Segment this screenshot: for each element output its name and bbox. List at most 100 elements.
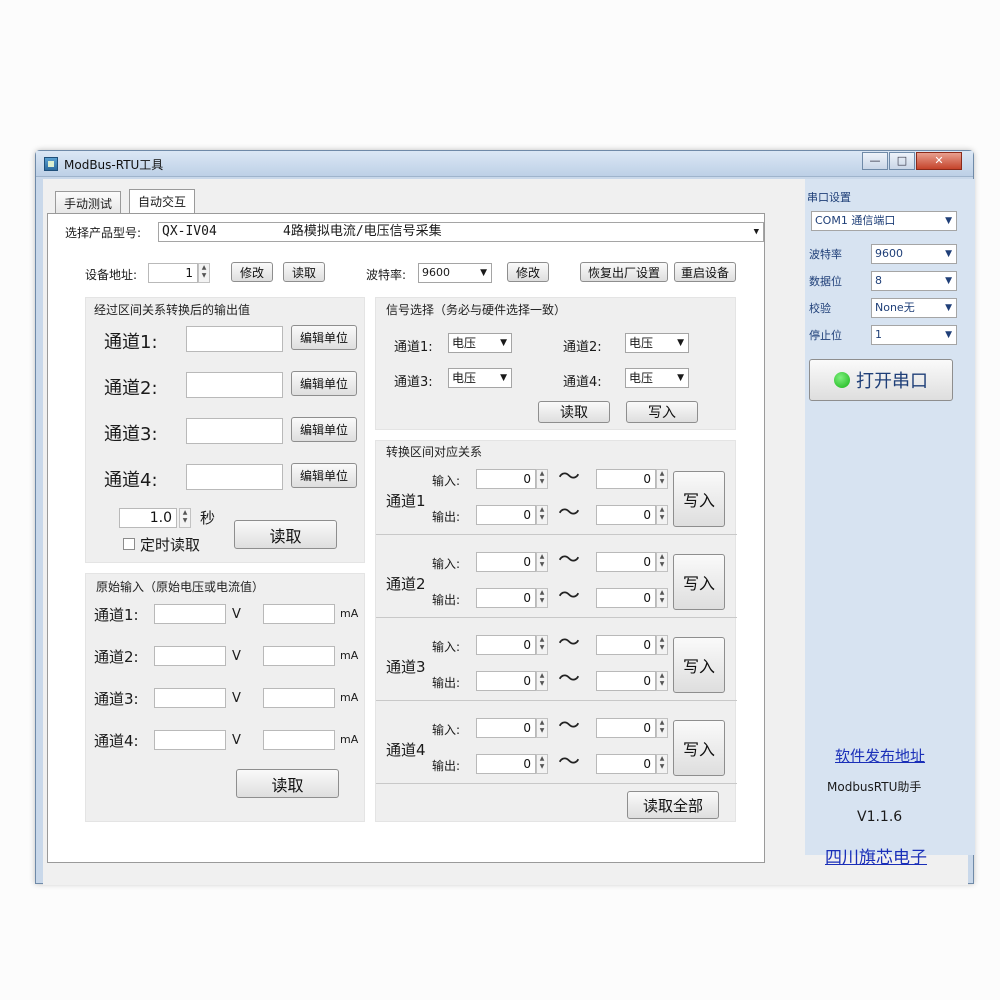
- factory-reset-button[interactable]: 恢复出厂设置: [580, 262, 668, 282]
- timer-read-checkbox[interactable]: [123, 538, 135, 550]
- spinner-icon[interactable]: ▲ ▼: [536, 469, 548, 489]
- serial-parity-select[interactable]: None无 ▼: [871, 298, 957, 318]
- spinner-icon[interactable]: ▲ ▼: [656, 754, 668, 774]
- tilde-icon: 〜: [558, 667, 581, 692]
- tilde-icon: 〜: [558, 750, 581, 775]
- spinner-icon[interactable]: ▲ ▼: [656, 671, 668, 691]
- serial-stopbits-value: 1: [875, 328, 882, 341]
- converted-ch2-input[interactable]: [186, 372, 283, 398]
- mapping-ch1-write-button[interactable]: 写入: [673, 471, 725, 527]
- signal-read-button[interactable]: 读取: [538, 401, 610, 423]
- company-link[interactable]: 四川旗芯电子: [825, 843, 927, 868]
- converted-output-group: 经过区间关系转换后的输出值 通道1: 编辑单位 通道2: 编辑单位 通道3: 编…: [85, 297, 365, 563]
- spinner-icon[interactable]: ▲ ▼: [536, 754, 548, 774]
- read-all-button[interactable]: 读取全部: [627, 791, 719, 819]
- spinner-icon[interactable]: ▲ ▼: [656, 588, 668, 608]
- maximize-button[interactable]: □: [889, 152, 915, 170]
- mapping-ch4-out-to[interactable]: 0: [596, 754, 656, 774]
- mapping-ch2-out-to[interactable]: 0: [596, 588, 656, 608]
- spinner-icon[interactable]: ▲ ▼: [536, 718, 548, 738]
- raw-ch2-voltage[interactable]: [154, 646, 226, 666]
- raw-ch3-voltage[interactable]: [154, 688, 226, 708]
- raw-ch2-ma-unit: mA: [340, 649, 359, 662]
- mapping-ch1-label: 通道1: [386, 492, 426, 510]
- mapping-ch3-out-to[interactable]: 0: [596, 671, 656, 691]
- interval-spinner[interactable]: ▲ ▼: [179, 508, 191, 528]
- raw-ch1-current[interactable]: [263, 604, 335, 624]
- mapping-ch1-out-from[interactable]: 0: [476, 505, 536, 525]
- device-address-input[interactable]: 1: [148, 263, 198, 283]
- mapping-ch4-in-from[interactable]: 0: [476, 718, 536, 738]
- raw-ch4-voltage[interactable]: [154, 730, 226, 750]
- mapping-ch3-in-from[interactable]: 0: [476, 635, 536, 655]
- baud-modify-button[interactable]: 修改: [507, 262, 549, 282]
- spinner-icon[interactable]: ▲ ▼: [536, 671, 548, 691]
- mapping-ch3-out-from[interactable]: 0: [476, 671, 536, 691]
- converted-ch4-input[interactable]: [186, 464, 283, 490]
- address-modify-button[interactable]: 修改: [231, 262, 273, 282]
- edit-unit-ch3-button[interactable]: 编辑单位: [291, 417, 357, 442]
- edit-unit-ch2-button[interactable]: 编辑单位: [291, 371, 357, 396]
- minimize-button[interactable]: —: [862, 152, 888, 170]
- tab-auto-interaction[interactable]: 自动交互: [129, 189, 196, 213]
- tab-manual-test[interactable]: 手动测试: [55, 191, 122, 213]
- mapping-ch3-output-label: 输出:: [432, 676, 461, 690]
- raw-ch4-current[interactable]: [263, 730, 335, 750]
- product-label: 选择产品型号:: [65, 226, 142, 240]
- converted-read-button[interactable]: 读取: [234, 520, 337, 549]
- mapping-ch2-in-from[interactable]: 0: [476, 552, 536, 572]
- serial-port-select[interactable]: COM1 通信端口 ▼: [811, 211, 957, 231]
- mapping-ch2-write-button[interactable]: 写入: [673, 554, 725, 610]
- spinner-icon[interactable]: ▲ ▼: [536, 635, 548, 655]
- serial-baud-select[interactable]: 9600 ▼: [871, 244, 957, 264]
- close-button[interactable]: ✕: [916, 152, 962, 170]
- signal-ch2-select[interactable]: 电压 ▼: [625, 333, 689, 353]
- divider: [376, 700, 737, 701]
- address-read-button[interactable]: 读取: [283, 262, 325, 282]
- raw-read-button[interactable]: 读取: [236, 769, 339, 798]
- release-address-link[interactable]: 软件发布地址: [835, 745, 925, 766]
- spinner-icon[interactable]: ▲ ▼: [536, 588, 548, 608]
- edit-unit-ch1-button[interactable]: 编辑单位: [291, 325, 357, 350]
- raw-ch3-current[interactable]: [263, 688, 335, 708]
- spinner-icon[interactable]: ▲ ▼: [656, 552, 668, 572]
- mapping-ch4-out-from[interactable]: 0: [476, 754, 536, 774]
- mapping-ch2-out-from[interactable]: 0: [476, 588, 536, 608]
- serial-databits-select[interactable]: 8 ▼: [871, 271, 957, 291]
- signal-ch4-select[interactable]: 电压 ▼: [625, 368, 689, 388]
- converted-ch1-input[interactable]: [186, 326, 283, 352]
- mapping-ch4-write-button[interactable]: 写入: [673, 720, 725, 776]
- spinner-icon[interactable]: ▲ ▼: [656, 718, 668, 738]
- read-interval-input[interactable]: 1.0: [119, 508, 177, 528]
- raw-ch4-ma-unit: mA: [340, 733, 359, 746]
- raw-ch2-current[interactable]: [263, 646, 335, 666]
- signal-ch1-select[interactable]: 电压 ▼: [448, 333, 512, 353]
- mapping-ch1-in-from[interactable]: 0: [476, 469, 536, 489]
- restart-device-button[interactable]: 重启设备: [674, 262, 736, 282]
- spinner-icon[interactable]: ▲ ▼: [656, 505, 668, 525]
- signal-write-button[interactable]: 写入: [626, 401, 698, 423]
- converted-ch3-input[interactable]: [186, 418, 283, 444]
- signal-ch3-select[interactable]: 电压 ▼: [448, 368, 512, 388]
- open-serial-button[interactable]: 打开串口: [809, 359, 953, 401]
- mapping-ch2-in-to[interactable]: 0: [596, 552, 656, 572]
- edit-unit-ch4-button[interactable]: 编辑单位: [291, 463, 357, 488]
- mapping-ch3-in-to[interactable]: 0: [596, 635, 656, 655]
- address-spinner[interactable]: ▲ ▼: [198, 263, 210, 283]
- product-select[interactable]: QX-IV04 4路模拟电流/电压信号采集 ▼: [158, 222, 764, 242]
- device-address-label: 设备地址:: [85, 268, 138, 282]
- spinner-icon[interactable]: ▲ ▼: [656, 469, 668, 489]
- raw-ch1-voltage[interactable]: [154, 604, 226, 624]
- tilde-icon: 〜: [558, 584, 581, 609]
- device-baud-select[interactable]: 9600 ▼: [418, 263, 492, 283]
- mapping-ch4-in-to[interactable]: 0: [596, 718, 656, 738]
- mapping-ch1-in-to[interactable]: 0: [596, 469, 656, 489]
- spinner-icon[interactable]: ▲ ▼: [656, 635, 668, 655]
- serial-panel: 串口设置 COM1 通信端口 ▼ 波特率 9600 ▼ 数据位 8 ▼ 校验 None…: [805, 179, 975, 868]
- spinner-icon[interactable]: ▲ ▼: [536, 505, 548, 525]
- spinner-icon[interactable]: ▲ ▼: [536, 552, 548, 572]
- converted-output-title: 经过区间关系转换后的输出值: [94, 303, 251, 317]
- mapping-ch3-write-button[interactable]: 写入: [673, 637, 725, 693]
- mapping-ch1-out-to[interactable]: 0: [596, 505, 656, 525]
- serial-stopbits-select[interactable]: 1 ▼: [871, 325, 957, 345]
